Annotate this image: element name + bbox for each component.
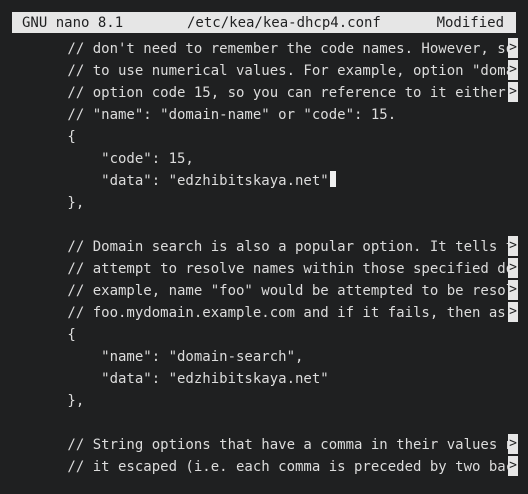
line-overflow-indicator: > xyxy=(508,280,518,300)
modified-status: Modified xyxy=(436,14,504,31)
line-text: // option code 15, so you can reference … xyxy=(0,85,506,101)
editor-line[interactable]: "name": "domain-search", xyxy=(0,346,528,368)
editor-line[interactable]: // foo.mydomain.example.com and if it fa… xyxy=(0,302,528,324)
editor-line[interactable]: "data": "edzhibitskaya.net" xyxy=(0,368,528,390)
editor-line[interactable]: { xyxy=(0,126,528,148)
line-text: // attempt to resolve names within those… xyxy=(0,261,515,277)
editor-line-with-cursor[interactable]: "data": "edzhibitskaya.net" xyxy=(0,170,528,192)
editor-line[interactable]: // it escaped (i.e. each comma is preced… xyxy=(0,456,528,478)
line-text: "data": "edzhibitskaya.net" xyxy=(0,371,329,387)
editor-line[interactable]: // don't need to remember the code names… xyxy=(0,38,528,60)
editor-line[interactable]: }, xyxy=(0,192,528,214)
editor-line[interactable]: // "name": "domain-name" or "code": 15. xyxy=(0,104,528,126)
editor-line[interactable]: // example, name "foo" would be attempte… xyxy=(0,280,528,302)
editor-line[interactable]: // option code 15, so you can reference … xyxy=(0,82,528,104)
line-text-content: "data": "edzhibitskaya.net" xyxy=(0,173,329,189)
line-text: // it escaped (i.e. each comma is preced… xyxy=(0,459,515,475)
line-text: // to use numerical values. For example,… xyxy=(0,63,515,79)
line-text: // foo.mydomain.example.com and if it fa… xyxy=(0,305,506,321)
line-overflow-indicator: > xyxy=(508,38,518,58)
line-text: // String options that have a comma in t… xyxy=(0,437,515,453)
line-overflow-indicator: > xyxy=(508,456,518,476)
line-overflow-indicator: > xyxy=(508,60,518,80)
editor-line[interactable]: "code": 15, xyxy=(0,148,528,170)
line-text: }, xyxy=(0,195,85,211)
line-overflow-indicator: > xyxy=(508,302,518,322)
terminal-window: GNU nano 8.1 /etc/kea/kea-dhcp4.conf Mod… xyxy=(0,0,528,494)
editor-line[interactable] xyxy=(0,412,528,434)
editor-text-area[interactable]: // don't need to remember the code names… xyxy=(0,38,528,494)
editor-line[interactable]: { xyxy=(0,324,528,346)
line-overflow-indicator: > xyxy=(508,82,518,102)
editor-line[interactable]: // String options that have a comma in t… xyxy=(0,434,528,456)
line-text: // "name": "domain-name" or "code": 15. xyxy=(0,107,397,123)
editor-line[interactable]: }, xyxy=(0,390,528,412)
editor-line[interactable]: // attempt to resolve names within those… xyxy=(0,258,528,280)
line-text: // don't need to remember the code names… xyxy=(0,41,515,57)
line-text: // example, name "foo" would be attempte… xyxy=(0,283,515,299)
line-overflow-indicator: > xyxy=(508,258,518,278)
line-text: // Domain search is also a popular optio… xyxy=(0,239,515,255)
line-overflow-indicator: > xyxy=(508,434,518,454)
line-text: "name": "domain-search", xyxy=(0,349,304,365)
line-text: { xyxy=(0,327,76,343)
line-overflow-indicator: > xyxy=(508,236,518,256)
line-text: "code": 15, xyxy=(0,151,194,167)
editor-line[interactable]: // Domain search is also a popular optio… xyxy=(0,236,528,258)
line-text: { xyxy=(0,129,76,145)
text-cursor xyxy=(329,171,336,187)
line-text: }, xyxy=(0,393,85,409)
editor-name: GNU nano 8.1 xyxy=(22,14,124,31)
line-text: "data": "edzhibitskaya.net" xyxy=(0,170,336,192)
editor-line[interactable]: // to use numerical values. For example,… xyxy=(0,60,528,82)
nano-title-bar: GNU nano 8.1 /etc/kea/kea-dhcp4.conf Mod… xyxy=(12,12,516,33)
file-path: /etc/kea/kea-dhcp4.conf xyxy=(187,14,381,31)
editor-line[interactable] xyxy=(0,214,528,236)
